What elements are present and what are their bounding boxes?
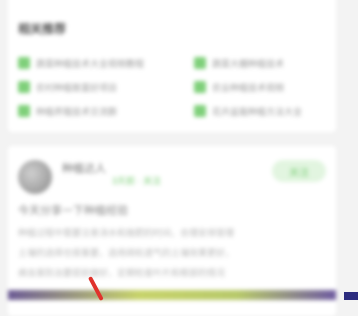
- blurred-feed: 相关推荐 蔬菜种植技术大全视频教程 农村种植致富好项目 种植养殖技术交流群 蔬菜…: [0, 0, 358, 316]
- post-image-preview[interactable]: [8, 290, 336, 300]
- recommend-item-label: 种植养殖技术交流群: [36, 106, 118, 117]
- recommend-item-label: 蔬菜种植技术大全视频教程: [36, 58, 145, 69]
- recommend-item-label: 蔬菜大棚种植技术: [212, 58, 285, 69]
- recommend-item[interactable]: 农业种植技术视频: [194, 80, 284, 94]
- green-tag-icon: [18, 81, 30, 93]
- recommend-item-label: 花卉盆栽种植方法大全: [212, 106, 303, 117]
- post-body-line: 土壤的选择也很重要，选用疏松透气的土壤效果更好，: [18, 248, 235, 258]
- section-title: 相关推荐: [18, 22, 67, 36]
- recommend-item[interactable]: 花卉盆栽种植方法大全: [194, 104, 302, 118]
- green-tag-icon: [194, 57, 206, 69]
- recommend-item[interactable]: 农村种植致富好项目: [18, 80, 117, 94]
- post-meta: 3天前 · 关注: [112, 176, 162, 186]
- post-title[interactable]: 今天分享一下种植经验: [18, 202, 128, 218]
- green-tag-icon: [18, 57, 30, 69]
- green-tag-icon: [194, 81, 206, 93]
- recommend-item-label: 农业种植技术视频: [212, 82, 285, 93]
- follow-button[interactable]: 关注: [272, 160, 326, 182]
- recommend-card: 相关推荐 蔬菜种植技术大全视频教程 农村种植致富好项目 种植养殖技术交流群 蔬菜…: [8, 0, 336, 132]
- author-name[interactable]: 种植达人: [62, 160, 106, 176]
- recommend-item[interactable]: 蔬菜大棚种植技术: [194, 56, 284, 70]
- recommend-item[interactable]: 种植养殖技术交流群: [18, 104, 117, 118]
- green-tag-icon: [18, 105, 30, 117]
- green-tag-icon: [194, 105, 206, 117]
- post-body-line: 种植过程中需要注意浇水和施肥的时间，合理安排管理: [18, 228, 235, 238]
- user-avatar[interactable]: [18, 160, 52, 194]
- corner-indicator: [344, 292, 358, 300]
- recommend-item-label: 农村种植致富好项目: [36, 82, 118, 93]
- recommend-item[interactable]: 蔬菜种植技术大全视频教程: [18, 56, 144, 70]
- post-body-line: 病虫害防治要提前做好，定期检查叶片和根部的情况: [18, 268, 226, 278]
